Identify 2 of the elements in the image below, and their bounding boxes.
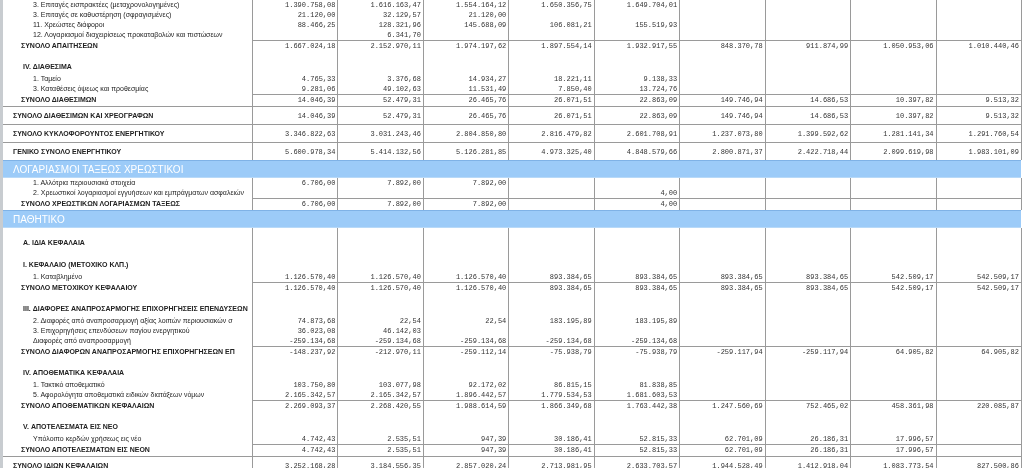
section-header: ΠΑΘΗΤΙΚΟ <box>3 210 1021 228</box>
section-header: ΛΟΓΑΡΙΑΣΜΟΙ ΤΑΞΕΩΣ ΧΡΕΩΣΤΙΚΟΙ <box>3 160 1021 178</box>
